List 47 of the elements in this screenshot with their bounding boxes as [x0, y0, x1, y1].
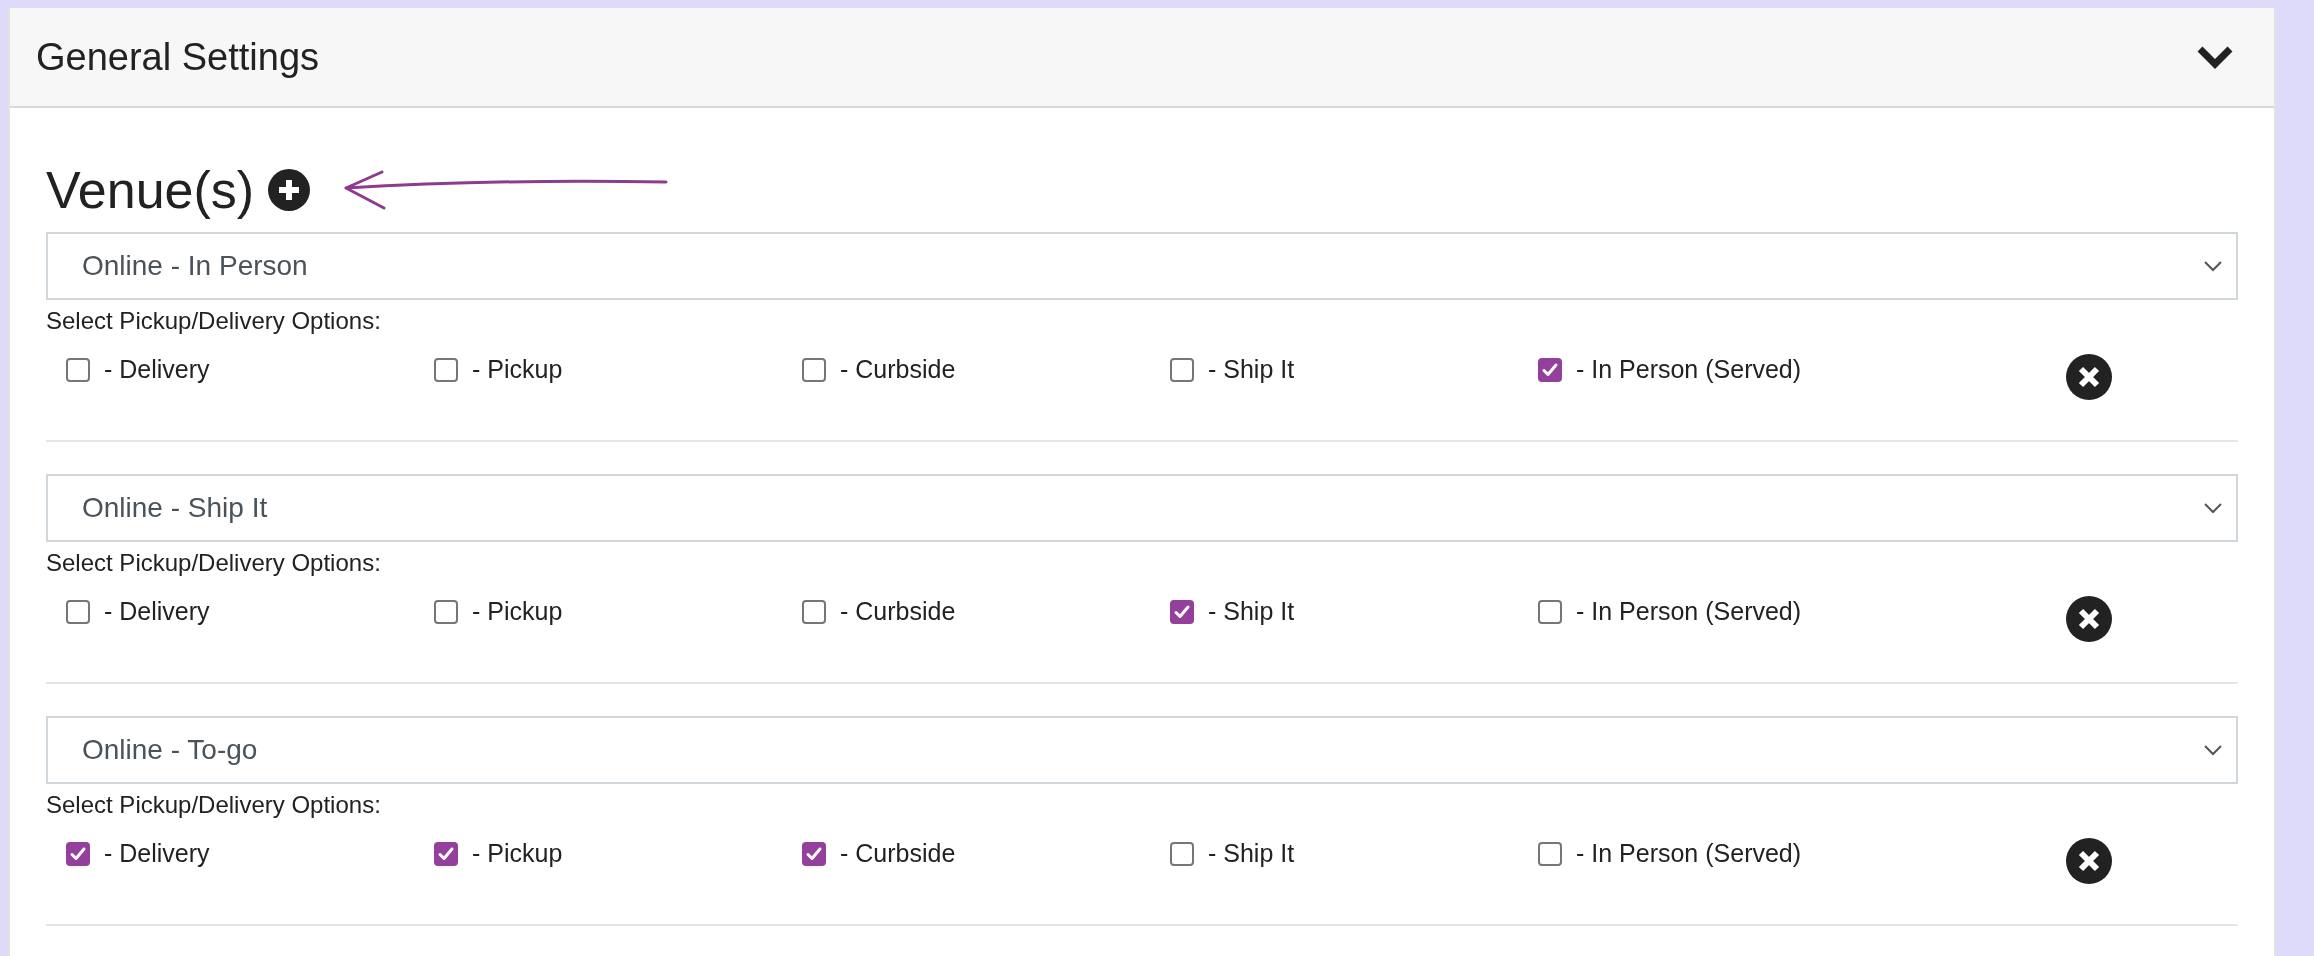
option-label: - Delivery	[104, 838, 210, 870]
checkbox[interactable]	[1538, 358, 1562, 382]
option-label: - In Person (Served)	[1576, 354, 1802, 386]
options-label: Select Pickup/Delivery Options:	[46, 548, 381, 578]
chevron-down-icon	[2204, 744, 2222, 756]
option-label: - Pickup	[472, 596, 563, 628]
option-label: - Curbside	[840, 838, 956, 870]
checkbox[interactable]	[802, 842, 826, 866]
checkbox[interactable]	[1538, 842, 1562, 866]
checkbox[interactable]	[1170, 358, 1194, 382]
options-label: Select Pickup/Delivery Options:	[46, 306, 381, 336]
panel-header[interactable]: General Settings	[10, 8, 2274, 108]
option-label: - In Person (Served)	[1576, 838, 1802, 870]
option-label: - Ship It	[1208, 596, 1295, 628]
checkbox[interactable]	[434, 358, 458, 382]
option-label: - In Person (Served)	[1576, 596, 1802, 628]
option-label: - Ship It	[1208, 838, 1295, 870]
checkbox[interactable]	[1170, 842, 1194, 866]
chevron-down-icon	[2204, 260, 2222, 272]
checkbox[interactable]	[66, 600, 90, 624]
checkbox[interactable]	[434, 600, 458, 624]
option-label: - Ship It	[1208, 354, 1295, 386]
close-circle-icon[interactable]	[2066, 838, 2112, 884]
option-label: - Pickup	[472, 838, 563, 870]
option-label: - Curbside	[840, 354, 956, 386]
close-circle-icon[interactable]	[2066, 596, 2112, 642]
chevron-down-icon[interactable]	[2196, 44, 2234, 70]
plus-circle-icon[interactable]	[268, 169, 311, 211]
close-circle-icon[interactable]	[2066, 354, 2112, 400]
options-label: Select Pickup/Delivery Options:	[46, 790, 381, 820]
checkbox[interactable]	[1538, 600, 1562, 624]
checkbox[interactable]	[802, 600, 826, 624]
checkbox[interactable]	[66, 358, 90, 382]
checkbox[interactable]	[434, 842, 458, 866]
venue-select[interactable]: Online - In Person	[46, 232, 2238, 300]
option-label: - Curbside	[840, 596, 956, 628]
panel-title: General Settings	[36, 34, 320, 80]
option-label: - Delivery	[104, 596, 210, 628]
chevron-down-icon	[2204, 502, 2222, 514]
checkbox[interactable]	[1170, 600, 1194, 624]
checkbox[interactable]	[802, 358, 826, 382]
venue-select[interactable]: Online - To-go	[46, 716, 2238, 784]
option-label: - Pickup	[472, 354, 563, 386]
option-label: - Delivery	[104, 354, 210, 386]
venues-heading: Venue(s)	[46, 160, 255, 221]
checkbox[interactable]	[66, 842, 90, 866]
venue-select[interactable]: Online - Ship It	[46, 474, 2238, 542]
